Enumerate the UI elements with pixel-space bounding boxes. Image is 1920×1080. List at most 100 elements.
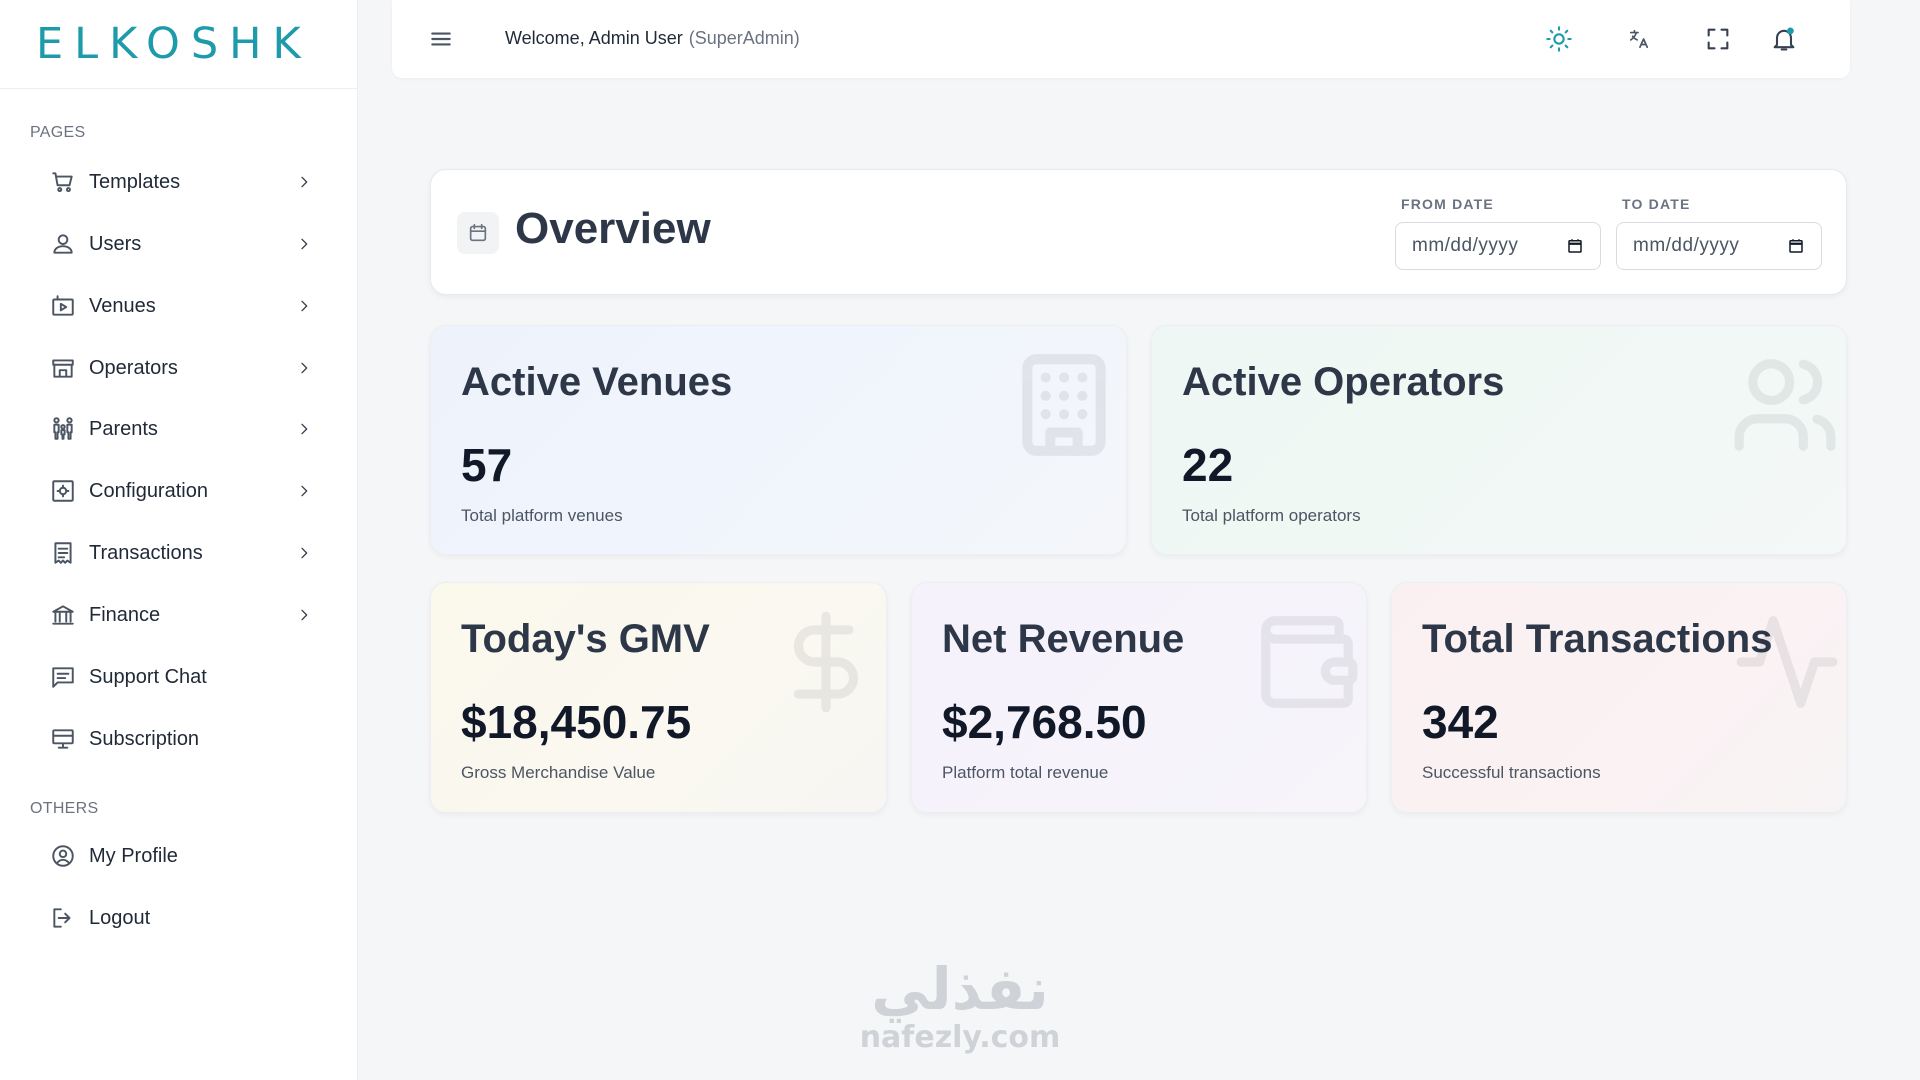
language-button[interactable] xyxy=(1622,22,1656,56)
sidebar-item-label: Templates xyxy=(89,170,181,193)
cart-icon xyxy=(48,167,78,197)
sidebar-item-templates[interactable]: Templates xyxy=(48,160,314,204)
sidebar-item-label: Transactions xyxy=(89,541,203,564)
wallet-icon xyxy=(1252,607,1362,722)
chevron-right-icon xyxy=(294,296,314,316)
sidebar-item-support-chat[interactable]: Support Chat xyxy=(48,655,314,699)
notifications-button[interactable] xyxy=(1767,22,1801,56)
building-icon xyxy=(1009,350,1119,465)
stat-value: 22 xyxy=(1182,439,1234,491)
logout-icon xyxy=(48,903,78,933)
sidebar-item-label: Configuration xyxy=(89,479,208,502)
stat-subtitle: Platform total revenue xyxy=(942,763,1109,782)
stat-value: $2,768.50 xyxy=(942,696,1147,748)
to-date-placeholder: mm/dd/yyyy xyxy=(1633,235,1740,256)
stat-card-total-transactions: Total Transactions 342 Successful transa… xyxy=(1391,582,1847,813)
venue-icon xyxy=(48,291,78,321)
user-icon xyxy=(48,229,78,259)
others-section-label: OTHERS xyxy=(30,800,99,817)
sidebar-item-label: Venues xyxy=(89,294,156,317)
receipt-icon xyxy=(48,538,78,568)
sidebar-item-label: Subscription xyxy=(89,727,200,750)
from-date-label: FROM DATE xyxy=(1401,196,1494,212)
user-role: (SuperAdmin) xyxy=(688,28,800,48)
sidebar: ELKOSHK PAGES Templates Users Venues Ope… xyxy=(0,0,358,1080)
sidebar-item-label: My Profile xyxy=(89,844,178,867)
config-icon xyxy=(48,476,78,506)
stat-title: Total Transactions xyxy=(1422,617,1773,661)
chat-icon xyxy=(48,662,78,692)
sidebar-item-logout[interactable]: Logout xyxy=(48,896,314,940)
stat-value: $18,450.75 xyxy=(461,696,692,748)
stat-card-active-venues: Active Venues 57 Total platform venues xyxy=(430,325,1127,555)
watermark: نفذلي nafezly.com xyxy=(840,960,1080,1055)
sun-icon xyxy=(1546,26,1572,52)
stat-title: Active Venues xyxy=(461,360,733,404)
sidebar-item-label: Logout xyxy=(89,906,151,929)
dollar-icon xyxy=(771,607,881,722)
translate-icon xyxy=(1629,29,1649,49)
profile-icon xyxy=(48,841,78,871)
sidebar-item-label: Finance xyxy=(89,603,161,626)
subscription-icon xyxy=(48,724,78,754)
stat-title: Today's GMV xyxy=(461,617,710,661)
calendar-picker-icon[interactable] xyxy=(1787,237,1805,255)
to-date-label: TO DATE xyxy=(1622,196,1691,212)
activity-icon xyxy=(1732,607,1842,722)
theme-toggle-button[interactable] xyxy=(1542,22,1576,56)
sidebar-item-label: Users xyxy=(89,232,142,255)
stat-card-net-revenue: Net Revenue $2,768.50 Platform total rev… xyxy=(911,582,1367,813)
overview-header-card: Overview FROM DATE mm/dd/yyyy TO DATE mm… xyxy=(430,169,1847,295)
stat-subtitle: Total platform venues xyxy=(461,506,623,525)
sidebar-item-transactions[interactable]: Transactions xyxy=(48,531,314,575)
from-date-placeholder: mm/dd/yyyy xyxy=(1412,235,1519,256)
sidebar-item-operators[interactable]: Operators xyxy=(48,346,314,390)
sidebar-item-label: Support Chat xyxy=(89,665,207,688)
chevron-right-icon xyxy=(294,234,314,254)
store-icon xyxy=(48,353,78,383)
calendar-picker-icon[interactable] xyxy=(1566,237,1584,255)
family-icon xyxy=(48,414,78,444)
sidebar-item-configuration[interactable]: Configuration xyxy=(48,469,314,513)
stat-subtitle: Total platform operators xyxy=(1182,506,1361,525)
hamburger-icon xyxy=(431,32,451,46)
sidebar-item-venues[interactable]: Venues xyxy=(48,284,314,328)
brand-logo[interactable]: ELKOSHK xyxy=(36,19,312,69)
sidebar-item-finance[interactable]: Finance xyxy=(48,593,314,637)
chevron-right-icon xyxy=(294,358,314,378)
stat-title: Active Operators xyxy=(1182,360,1505,404)
calendar-icon xyxy=(457,212,499,254)
page-title: Overview xyxy=(515,204,711,253)
fullscreen-icon xyxy=(1707,28,1729,50)
watermark-arabic: نفذلي xyxy=(871,955,1049,1023)
stat-card-active-operators: Active Operators 22 Total platform opera… xyxy=(1151,325,1847,555)
sidebar-item-subscription[interactable]: Subscription xyxy=(48,717,314,761)
logo-area: ELKOSHK xyxy=(0,0,357,89)
stat-title: Net Revenue xyxy=(942,617,1185,661)
sidebar-item-label: Parents xyxy=(89,417,158,440)
from-date-input[interactable]: mm/dd/yyyy xyxy=(1395,222,1601,270)
stat-card-todays-gmv: Today's GMV $18,450.75 Gross Merchandise… xyxy=(430,582,887,813)
chevron-right-icon xyxy=(294,605,314,625)
chevron-right-icon xyxy=(294,419,314,439)
to-date-input[interactable]: mm/dd/yyyy xyxy=(1616,222,1822,270)
top-bar: Welcome, Admin User (SuperAdmin) xyxy=(392,0,1850,78)
stat-subtitle: Gross Merchandise Value xyxy=(461,763,656,782)
bell-icon xyxy=(1773,27,1795,51)
bank-icon xyxy=(48,600,78,630)
sidebar-item-label: Operators xyxy=(89,356,178,379)
sidebar-item-users[interactable]: Users xyxy=(48,222,314,266)
users-icon xyxy=(1730,350,1840,465)
stat-subtitle: Successful transactions xyxy=(1422,763,1601,782)
fullscreen-button[interactable] xyxy=(1701,22,1735,56)
sidebar-item-my-profile[interactable]: My Profile xyxy=(48,834,314,878)
welcome-user: Welcome, Admin User xyxy=(505,28,683,48)
chevron-right-icon xyxy=(294,172,314,192)
watermark-latin: nafezly.com xyxy=(859,1020,1061,1055)
stat-value: 342 xyxy=(1422,696,1499,748)
chevron-right-icon xyxy=(294,481,314,501)
menu-toggle-button[interactable] xyxy=(428,26,454,52)
pages-section-label: PAGES xyxy=(30,124,86,141)
welcome-text: Welcome, Admin User (SuperAdmin) xyxy=(505,28,800,49)
sidebar-item-parents[interactable]: Parents xyxy=(48,407,314,451)
